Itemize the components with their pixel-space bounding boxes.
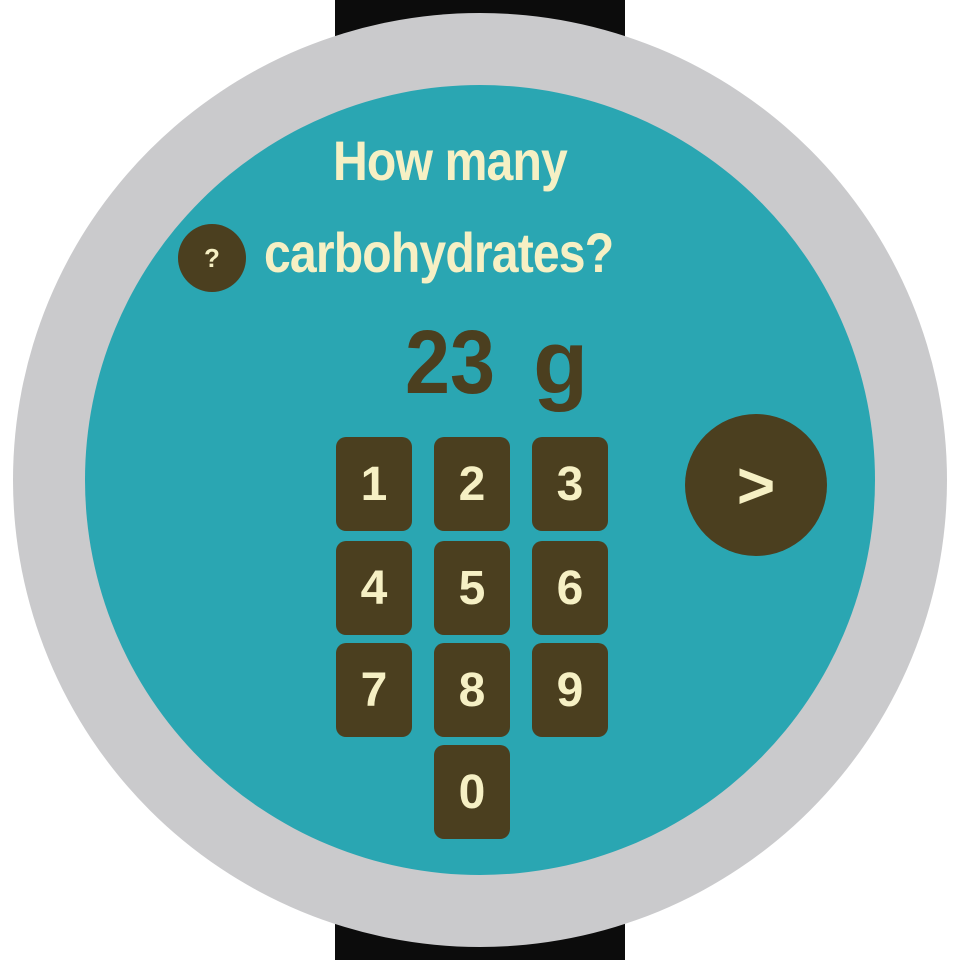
key-5[interactable]: 5 — [434, 541, 510, 635]
question-title-line2: carbohydrates? — [264, 221, 614, 284]
key-7[interactable]: 7 — [336, 643, 412, 737]
key-0[interactable]: 0 — [434, 745, 510, 839]
next-button[interactable]: > — [685, 414, 827, 556]
key-2[interactable]: 2 — [434, 437, 510, 531]
carb-value: 23 — [405, 313, 496, 413]
key-8[interactable]: 8 — [434, 643, 510, 737]
chevron-right-icon: > — [736, 448, 776, 522]
key-6[interactable]: 6 — [532, 541, 608, 635]
question-title-line1: How many — [333, 129, 568, 192]
key-3[interactable]: 3 — [532, 437, 608, 531]
watch-screen: How many carbohydrates? ? 23 g 1 2 3 4 5… — [0, 0, 960, 960]
carb-value-display: 23 g — [405, 318, 588, 418]
carb-unit: g — [533, 313, 589, 413]
help-button[interactable]: ? — [178, 224, 246, 292]
key-9[interactable]: 9 — [532, 643, 608, 737]
key-1[interactable]: 1 — [336, 437, 412, 531]
number-keypad: 1 2 3 4 5 6 7 8 9 0 — [336, 437, 608, 839]
help-icon: ? — [204, 242, 220, 273]
key-4[interactable]: 4 — [336, 541, 412, 635]
